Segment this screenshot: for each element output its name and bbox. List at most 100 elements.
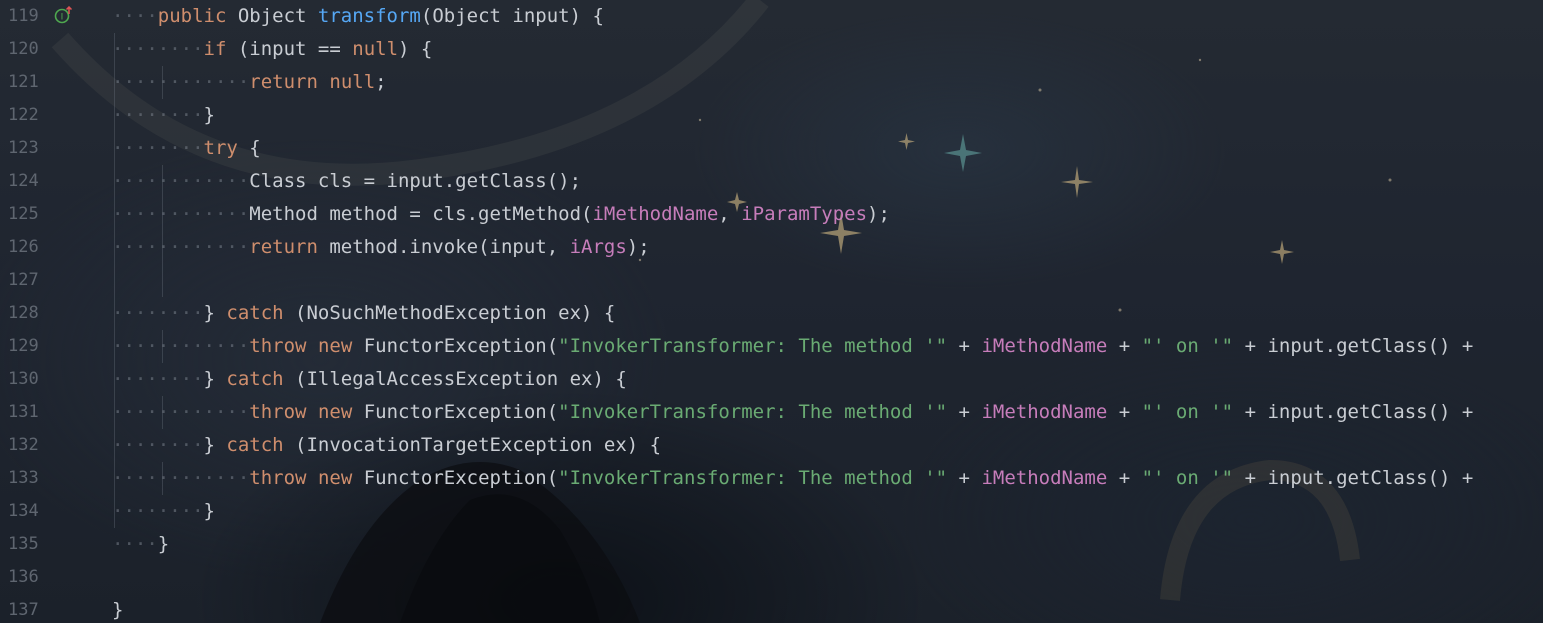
indent-guide	[162, 66, 163, 99]
line-number: 123	[8, 138, 39, 158]
line-number-gutter: 119 I 120 121 122 123 124 125 126 127 128 129 130 131…	[0, 0, 100, 623]
indent-guide	[162, 165, 163, 297]
code-token: "' on '"	[1141, 335, 1234, 357]
code-token: FunctorException(	[352, 335, 559, 357]
line-number: 124	[8, 171, 39, 191]
line-number: 121	[8, 72, 39, 92]
code-line[interactable]: ········}	[112, 495, 215, 528]
code-token: null	[329, 71, 376, 93]
code-token: new	[317, 335, 353, 357]
whitespace-indicator: ····	[112, 533, 158, 555]
whitespace-indicator: ········	[112, 500, 204, 522]
code-token: (Object input) {	[420, 5, 604, 27]
code-line[interactable]: ············Class cls = input.getClass()…	[112, 165, 581, 198]
code-token: "' on '"	[1141, 401, 1234, 423]
code-token: }	[203, 500, 215, 522]
code-token: Class cls = input.getClass();	[249, 170, 582, 192]
whitespace-indicator: ········	[112, 137, 204, 159]
svg-text:I: I	[61, 13, 64, 23]
line-number: 130	[8, 369, 39, 389]
code-line[interactable]: ············return null;	[112, 66, 387, 99]
code-token: throw	[249, 467, 307, 489]
code-token: throw	[249, 335, 307, 357]
line-number: 125	[8, 204, 39, 224]
code-token: + input.getClass() +	[1233, 401, 1474, 423]
code-token: new	[317, 467, 353, 489]
code-token: {	[237, 137, 261, 159]
code-token: );	[626, 236, 650, 258]
code-token: throw	[249, 401, 307, 423]
code-token: iArgs	[569, 236, 627, 258]
code-token: +	[947, 467, 982, 489]
line-number: 127	[8, 270, 39, 290]
code-token: new	[317, 401, 353, 423]
code-line[interactable]: ········}	[112, 99, 215, 132]
whitespace-indicator: ············	[112, 170, 250, 192]
line-number: 120	[8, 39, 39, 59]
code-token: Object	[226, 5, 318, 27]
whitespace-indicator: ············	[112, 236, 250, 258]
code-token: +	[1107, 467, 1142, 489]
code-token: if	[203, 38, 227, 60]
whitespace-indicator: ············	[112, 203, 250, 225]
code-token: Method method = cls.getMethod(	[249, 203, 593, 225]
line-number: 132	[8, 435, 39, 455]
code-editor[interactable]: ····public Object transform(Object input…	[112, 0, 1543, 623]
code-token: catch	[226, 434, 284, 456]
whitespace-indicator: ········	[112, 434, 204, 456]
code-token: null	[352, 38, 399, 60]
code-token: iMethodName	[592, 203, 719, 225]
code-token: (NoSuchMethodException ex) {	[283, 302, 616, 324]
code-line[interactable]: ········} catch (InvocationTargetExcepti…	[112, 429, 661, 462]
line-number: 133	[8, 468, 39, 488]
indent-guide	[114, 33, 115, 528]
code-token: }	[112, 599, 124, 621]
code-token: return	[249, 71, 318, 93]
indent-guide	[162, 462, 163, 495]
code-line[interactable]: ········try {	[112, 132, 261, 165]
code-token: (IllegalAccessException ex) {	[283, 368, 627, 390]
code-line[interactable]: ············throw new FunctorException("…	[112, 462, 1473, 495]
whitespace-indicator: ········	[112, 38, 204, 60]
code-token: transform	[317, 5, 421, 27]
line-number: 126	[8, 237, 39, 257]
line-number: 136	[8, 567, 39, 587]
code-token: try	[203, 137, 238, 159]
whitespace-indicator: ············	[112, 401, 250, 423]
code-token: );	[867, 203, 890, 225]
whitespace-indicator: ········	[112, 104, 204, 126]
code-line[interactable]: ····}	[112, 528, 169, 561]
code-line[interactable]: ········if (input == null) {	[112, 33, 432, 66]
line-number: 129	[8, 336, 39, 356]
implements-interface-override-icon[interactable]: I	[54, 6, 72, 24]
code-line[interactable]: ····public Object transform(Object input…	[112, 0, 604, 33]
whitespace-indicator: ········	[112, 302, 204, 324]
code-line[interactable]: ············return method.invoke(input, …	[112, 231, 650, 264]
code-line[interactable]: ············Method method = cls.getMetho…	[112, 198, 890, 231]
whitespace-indicator: ········	[112, 368, 204, 390]
code-line[interactable]: ········} catch (IllegalAccessException …	[112, 363, 627, 396]
line-number: 137	[8, 600, 39, 620]
code-line[interactable]: ············throw new FunctorException( "…	[112, 330, 1473, 363]
code-token: catch	[226, 368, 284, 390]
whitespace-indicator: ············	[112, 467, 250, 489]
code-token: (InvocationTargetException ex) {	[283, 434, 662, 456]
code-token: iMethodName	[981, 335, 1108, 357]
indent-guide	[162, 330, 163, 363]
whitespace-indicator: ············	[112, 335, 250, 357]
code-token: }	[203, 368, 227, 390]
code-token: iParamTypes	[741, 203, 868, 225]
code-token: }	[203, 434, 227, 456]
indent-guide	[162, 396, 163, 429]
code-token: + input.getClass() +	[1233, 335, 1474, 357]
code-token: +	[1107, 401, 1142, 423]
code-line[interactable]: ········} catch (NoSuchMethodException e…	[112, 297, 615, 330]
code-token: +	[947, 335, 982, 357]
code-line[interactable]: }	[112, 594, 123, 623]
code-token: ,	[718, 203, 742, 225]
code-line[interactable]: ············throw new FunctorException("…	[112, 396, 1473, 429]
